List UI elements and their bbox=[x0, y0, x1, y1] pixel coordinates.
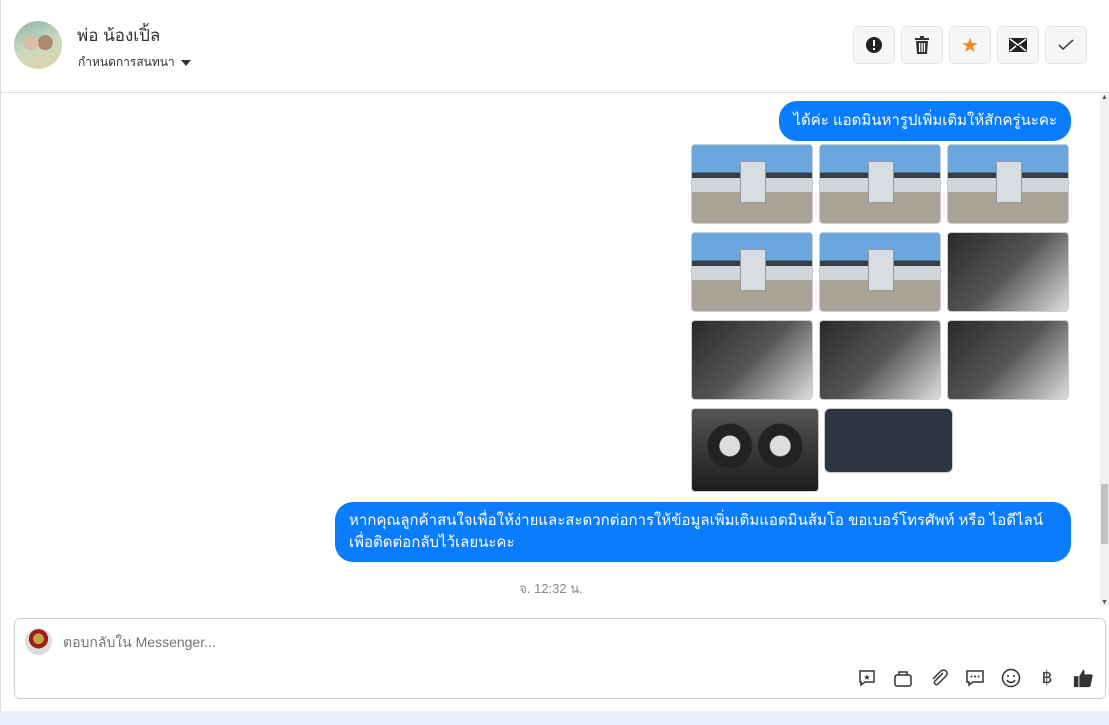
conversation-panel: พ่อ น้องเปิ้ล กำหนดการสนทนา ★ ได้ค่ะ แอด… bbox=[0, 0, 1109, 711]
mark-spam-button[interactable] bbox=[853, 26, 895, 64]
like-button[interactable] bbox=[1073, 668, 1093, 688]
caret-down-icon bbox=[180, 59, 191, 66]
photo-attachment[interactable] bbox=[824, 408, 953, 473]
message-bubble: หากคุณลูกค้าสนใจเพื่อให้ง่ายและสะดวกต่อก… bbox=[335, 502, 1071, 562]
contact-name[interactable]: พ่อ น้องเปิ้ล bbox=[77, 22, 160, 49]
paperclip-icon bbox=[932, 669, 948, 686]
contact-avatar[interactable] bbox=[14, 21, 62, 69]
saved-replies-button[interactable]: ★ bbox=[857, 668, 877, 688]
mail-icon bbox=[1009, 38, 1027, 52]
emoji-button[interactable] bbox=[1001, 668, 1021, 688]
thumbs-up-icon bbox=[1073, 669, 1093, 688]
mark-unread-button[interactable] bbox=[997, 26, 1039, 64]
photo-attachment[interactable] bbox=[947, 144, 1069, 224]
scrollbar[interactable]: ▲ ▼ bbox=[1100, 94, 1109, 606]
scroll-up-icon[interactable]: ▲ bbox=[1101, 94, 1108, 101]
truck-graphic bbox=[868, 248, 895, 292]
photo-attachment[interactable] bbox=[819, 144, 941, 224]
photo-attachment[interactable] bbox=[691, 232, 813, 312]
truck-graphic bbox=[740, 248, 767, 292]
reply-input[interactable] bbox=[63, 634, 963, 650]
check-icon bbox=[1058, 39, 1074, 51]
star-button[interactable]: ★ bbox=[949, 26, 991, 64]
photo-attachment[interactable] bbox=[819, 320, 941, 400]
photo-attachment[interactable] bbox=[691, 320, 813, 400]
message-timestamp: จ. 12:32 น. bbox=[519, 581, 583, 596]
svg-text:★: ★ bbox=[863, 673, 870, 682]
message-list: ได้ค่ะ แอดมินหารูปเพิ่มเติมให้สักครู่นะค… bbox=[1, 94, 1101, 606]
truck-graphic bbox=[740, 160, 767, 204]
shop-button[interactable] bbox=[893, 668, 913, 688]
quick-reply-button[interactable] bbox=[965, 668, 985, 688]
reply-composer: ★ ฿ bbox=[14, 618, 1106, 699]
star-icon: ★ bbox=[961, 34, 979, 57]
smiley-icon bbox=[1001, 668, 1021, 688]
attach-button[interactable] bbox=[929, 668, 949, 688]
photo-attachment[interactable] bbox=[947, 320, 1069, 400]
mark-done-button[interactable] bbox=[1045, 26, 1087, 64]
conversation-settings-dropdown[interactable]: กำหนดการสนทนา bbox=[78, 53, 191, 72]
photo-attachment[interactable] bbox=[947, 232, 1069, 312]
scroll-down-icon[interactable]: ▼ bbox=[1101, 599, 1108, 606]
trash-icon bbox=[915, 36, 929, 54]
delete-button[interactable] bbox=[901, 26, 943, 64]
payment-button[interactable]: ฿ bbox=[1037, 668, 1057, 688]
conversation-settings-label: กำหนดการสนทนา bbox=[78, 55, 175, 69]
scrollbar-thumb[interactable] bbox=[1101, 484, 1108, 544]
shopping-bag-icon bbox=[894, 671, 912, 687]
truck-graphic bbox=[996, 160, 1023, 204]
page-avatar bbox=[25, 628, 52, 655]
message-bubble: ได้ค่ะ แอดมินหารูปเพิ่มเติมให้สักครู่นะค… bbox=[779, 101, 1071, 141]
truck-graphic bbox=[868, 160, 895, 204]
photo-attachment[interactable] bbox=[691, 408, 819, 492]
baht-icon: ฿ bbox=[1041, 668, 1053, 687]
photo-attachment[interactable] bbox=[691, 144, 813, 224]
chat-dots-icon bbox=[966, 670, 984, 687]
saved-reply-icon: ★ bbox=[859, 670, 875, 687]
alert-icon bbox=[866, 37, 882, 53]
conversation-header: พ่อ น้องเปิ้ล กำหนดการสนทนา ★ bbox=[1, 0, 1109, 93]
photo-attachment[interactable] bbox=[819, 232, 941, 312]
